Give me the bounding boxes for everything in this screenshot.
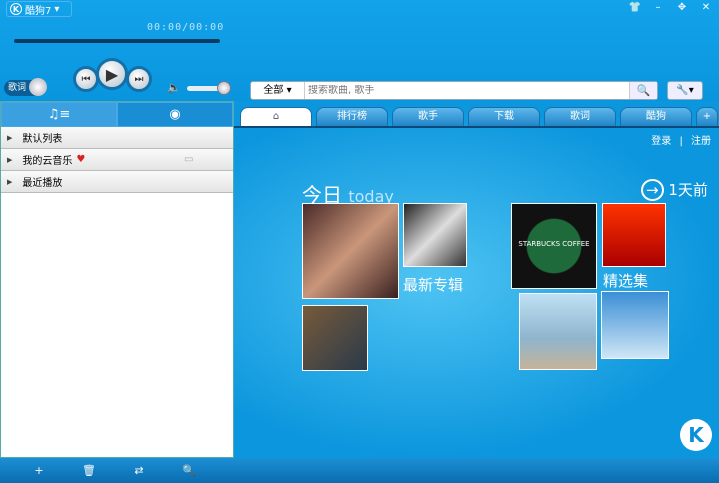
tools-button[interactable]: 🔧▾ xyxy=(667,81,703,100)
album-cover[interactable] xyxy=(302,305,368,371)
close-button[interactable]: ✕ xyxy=(696,2,716,18)
trash-icon[interactable]: 🗑 xyxy=(64,464,114,477)
search-box: 全部 ▾ 🔍 xyxy=(250,81,658,100)
login-link[interactable]: 登录 xyxy=(651,136,671,147)
cloud-sync-icon[interactable]: ▭ xyxy=(184,154,193,165)
register-link[interactable]: 注册 xyxy=(691,136,711,147)
tab-download[interactable]: 下载 xyxy=(468,107,540,126)
lyrics-label: 歌词 xyxy=(8,83,27,93)
tab-charts[interactable]: 排行榜 xyxy=(316,107,388,126)
playlist-item[interactable]: ▶ 最近播放 xyxy=(1,171,233,193)
volume-slider[interactable] xyxy=(187,81,231,95)
featured-cover[interactable] xyxy=(602,203,666,267)
album-cover[interactable] xyxy=(403,203,467,267)
tab-home[interactable]: ⌂ xyxy=(240,107,312,126)
disc-icon: ◉ xyxy=(169,107,181,122)
skin-icon[interactable]: 👕 xyxy=(625,2,645,18)
progress-bar[interactable] xyxy=(14,39,220,43)
previous-day-link[interactable]: → 1天前 xyxy=(641,179,708,201)
lyrics-toggle[interactable]: 歌词 xyxy=(4,78,47,96)
playlist-panel: ♫≡ ◉ ▶ 默认列表 ▶ 我的云音乐 ♥ ▭ ▶ 最近播放 xyxy=(0,101,234,458)
bottom-toolbar: + 🗑 ⇄ 🔍 xyxy=(0,458,719,483)
tab-kugou[interactable]: 酷狗 xyxy=(620,107,692,126)
tab-radio[interactable]: ◉ xyxy=(117,102,233,127)
next-button[interactable]: ⏭ xyxy=(126,66,152,92)
album-cover[interactable] xyxy=(302,203,399,299)
add-tab-button[interactable]: + xyxy=(696,107,718,126)
time-display: 00:00/00:00 xyxy=(147,22,225,33)
search-button[interactable]: 🔍 xyxy=(629,82,657,99)
playlist-item[interactable]: ▶ 默认列表 xyxy=(1,127,233,149)
featured-cover[interactable] xyxy=(601,291,669,359)
featured-cover[interactable] xyxy=(519,293,597,370)
heart-icon: ♥ xyxy=(76,154,86,165)
top-bar: K 酷狗7 ▾ 👕 – ✥ ✕ 00:00/00:00 歌词 ⏮ ▶ ⏭ 🔈 全部 … xyxy=(0,0,719,102)
search-icon[interactable]: 🔍 xyxy=(164,464,214,477)
play-button[interactable]: ▶ xyxy=(96,58,128,90)
app-menu-button[interactable]: K 酷狗7 ▾ xyxy=(6,1,72,17)
prev-button[interactable]: ⏮ xyxy=(73,66,99,92)
playlist-item[interactable]: ▶ 我的云音乐 ♥ ▭ xyxy=(1,149,233,171)
search-input[interactable] xyxy=(305,85,629,96)
featured-label[interactable]: 精选集 xyxy=(603,270,648,291)
music-list-icon: ♫≡ xyxy=(47,107,71,122)
home-icon: ⌂ xyxy=(272,111,280,122)
add-icon[interactable]: + xyxy=(14,464,64,477)
kugou-logo-icon: K xyxy=(680,419,712,451)
featured-cover[interactable]: STARBUCKS COFFEE xyxy=(511,203,597,289)
new-albums-label[interactable]: 最新专辑 xyxy=(403,274,463,295)
volume-icon[interactable]: 🔈 xyxy=(167,81,181,94)
tab-singers[interactable]: 歌手 xyxy=(392,107,464,126)
mini-mode-button[interactable]: ✥ xyxy=(672,2,692,18)
app-title: 酷狗7 xyxy=(25,5,52,17)
content-panel: ⌂ 排行榜 歌手 下载 歌词 酷狗 + 登录 | 注册 今日 today → 1… xyxy=(234,101,719,458)
kugou-logo-icon: K xyxy=(10,3,22,15)
minimize-button[interactable]: – xyxy=(648,2,668,18)
search-category-select[interactable]: 全部 ▾ xyxy=(251,82,305,99)
tab-music-list[interactable]: ♫≡ xyxy=(1,102,117,127)
tab-lyrics[interactable]: 歌词 xyxy=(544,107,616,126)
sort-icon[interactable]: ⇄ xyxy=(114,464,164,477)
